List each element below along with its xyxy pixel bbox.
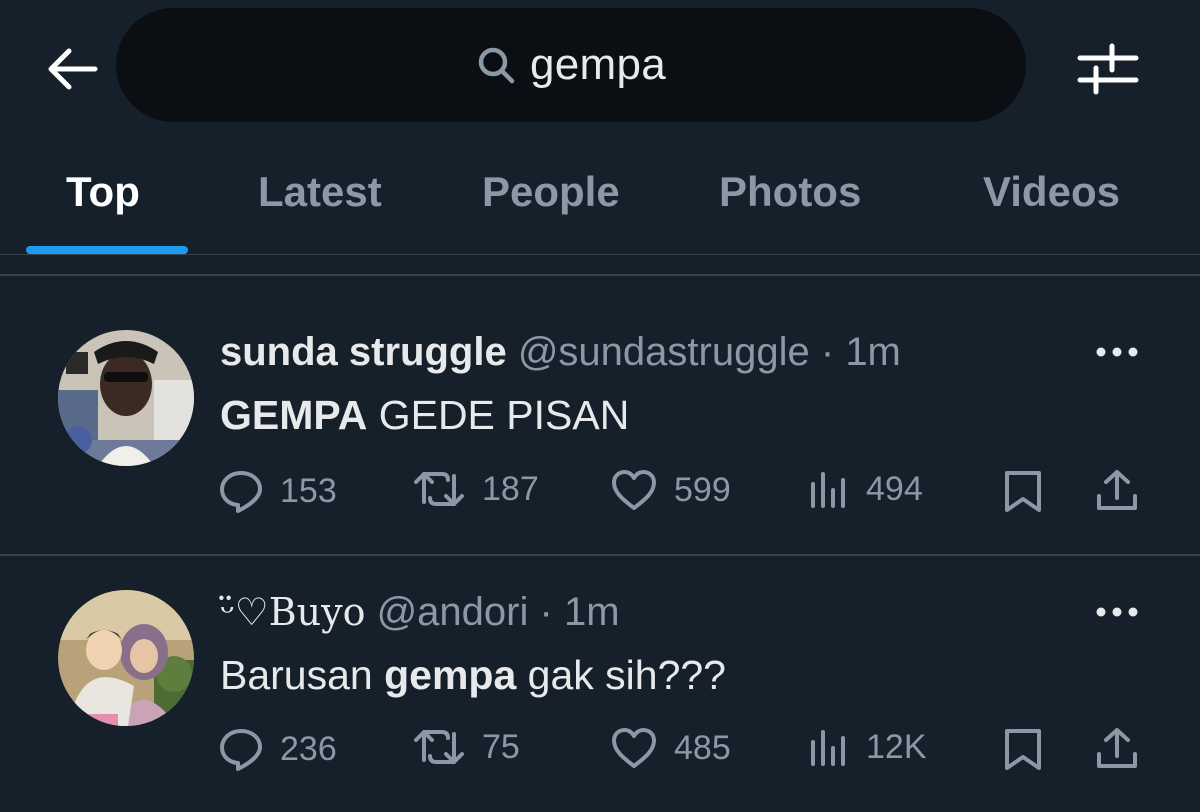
retweet-button[interactable]: 75	[412, 726, 520, 768]
timestamp[interactable]: 1m	[845, 330, 901, 374]
views-icon	[811, 730, 845, 766]
reply-button[interactable]: 236	[218, 726, 337, 772]
tweet-text-rest: GEDE PISAN	[367, 392, 630, 438]
share-button[interactable]	[1094, 726, 1140, 772]
more-icon	[1096, 347, 1138, 357]
display-name[interactable]: sunda struggle	[220, 330, 507, 374]
like-button[interactable]: 485	[610, 726, 731, 770]
more-icon	[1096, 607, 1138, 617]
tab-people[interactable]: People	[482, 168, 620, 216]
tweet[interactable]: ᵕ̈♡Buyo @andori · 1m Barusan gempa gak s…	[0, 556, 1200, 812]
retweet-count: 75	[482, 727, 520, 766]
views-count: 12K	[866, 727, 927, 766]
reply-count: 153	[280, 471, 337, 510]
search-tabs: Top Latest People Photos Videos	[0, 140, 1200, 256]
views-icon	[811, 472, 845, 508]
tab-latest[interactable]: Latest	[258, 168, 382, 216]
reply-icon	[220, 729, 262, 771]
more-options-button[interactable]	[1094, 340, 1140, 364]
search-query: gempa	[529, 40, 667, 89]
search-highlight: gempa	[384, 652, 517, 698]
avatar[interactable]	[58, 590, 194, 726]
retweet-icon	[414, 472, 464, 506]
search-filter-button[interactable]	[1076, 40, 1140, 96]
tweet-text: Barusan gempa gak sih???	[220, 652, 726, 699]
views-button[interactable]: 494	[808, 468, 923, 510]
retweet-button[interactable]: 187	[412, 468, 539, 510]
tweet-actions: 236 75 485 12K	[0, 726, 1200, 776]
display-name[interactable]: ᵕ̈♡Buyo	[220, 590, 365, 634]
avatar-image	[58, 590, 194, 726]
like-count: 485	[674, 728, 731, 767]
search-header: gempa	[0, 0, 1200, 135]
tweet-text-post: gak sih???	[516, 652, 726, 698]
avatar-image	[58, 330, 194, 466]
reply-button[interactable]: 153	[218, 468, 337, 514]
tweet-text: GEMPA GEDE PISAN	[220, 392, 629, 439]
back-arrow-icon	[48, 48, 98, 90]
tweet-header: ᵕ̈♡Buyo @andori · 1m	[220, 590, 620, 635]
views-button[interactable]: 12K	[808, 726, 927, 768]
share-button[interactable]	[1094, 468, 1140, 514]
tweet[interactable]: sunda struggle @sundastruggle · 1m GEMPA…	[0, 278, 1200, 554]
bookmark-button[interactable]	[1002, 726, 1044, 772]
views-count: 494	[866, 469, 923, 508]
retweet-count: 187	[482, 469, 539, 508]
timestamp[interactable]: 1m	[564, 590, 620, 634]
search-icon	[478, 47, 515, 84]
bookmark-icon	[1005, 471, 1041, 512]
share-icon	[1097, 470, 1137, 510]
tweet-text-pre: Barusan	[220, 652, 385, 698]
active-tab-indicator	[26, 246, 188, 254]
like-count: 599	[674, 470, 731, 509]
search-results-screen: gempa Top Latest People Photos Videos su…	[0, 0, 1200, 812]
like-icon	[612, 470, 656, 510]
more-options-button[interactable]	[1094, 600, 1140, 624]
search-highlight: GEMPA	[220, 392, 368, 438]
retweet-icon	[414, 730, 464, 764]
tab-divider	[0, 254, 1200, 255]
reply-icon	[220, 471, 262, 513]
separator-dot: ·	[820, 330, 835, 374]
like-icon	[612, 728, 656, 768]
tweet-actions: 153 187 599 494	[0, 468, 1200, 518]
section-divider	[0, 274, 1200, 276]
bookmark-icon	[1005, 729, 1041, 770]
filter-sliders-icon	[1077, 43, 1139, 95]
tab-videos[interactable]: Videos	[983, 168, 1120, 216]
separator-dot: ·	[539, 590, 553, 634]
avatar[interactable]	[58, 330, 194, 466]
tweet-header: sunda struggle @sundastruggle · 1m	[220, 330, 901, 375]
back-button[interactable]	[38, 36, 104, 102]
reply-count: 236	[280, 729, 337, 768]
tab-top[interactable]: Top	[66, 168, 140, 216]
user-handle[interactable]: @sundastruggle	[518, 330, 810, 374]
tab-photos[interactable]: Photos	[719, 168, 861, 216]
bookmark-button[interactable]	[1002, 468, 1044, 514]
like-button[interactable]: 599	[610, 468, 731, 512]
user-handle[interactable]: @andori	[377, 590, 529, 634]
share-icon	[1097, 728, 1137, 768]
search-input[interactable]: gempa	[116, 8, 1026, 122]
